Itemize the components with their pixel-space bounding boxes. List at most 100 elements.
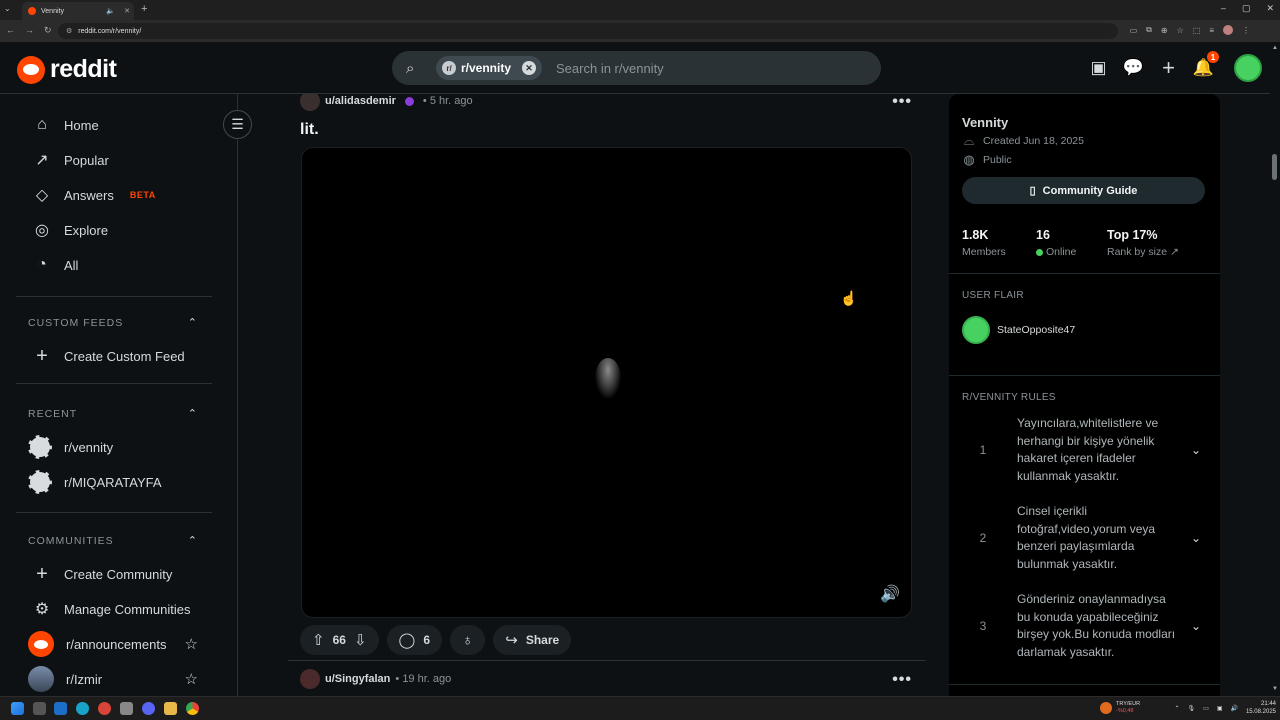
stat-rank[interactable]: Top 17% Rank by size ↗ — [1107, 228, 1179, 258]
task-view-icon[interactable] — [33, 702, 46, 715]
windows-start-icon[interactable] — [11, 702, 24, 715]
currency-widget[interactable]: TRY/EUR -%0,48 — [1100, 701, 1140, 715]
scroll-up-icon[interactable]: ▲ — [1272, 45, 1278, 51]
sidebar-collapse-button[interactable]: ☰ — [223, 110, 252, 139]
create-post-icon[interactable]: + — [1158, 54, 1179, 82]
favorite-star-icon[interactable]: ☆ — [185, 635, 198, 653]
user-flair[interactable]: StateOpposite47 — [962, 316, 1075, 344]
search-input[interactable] — [556, 60, 857, 76]
browser-menu-icon[interactable]: ⋮ — [1242, 26, 1250, 35]
app-icon[interactable] — [98, 702, 111, 715]
post-author[interactable]: u/Singyfalan — [325, 673, 390, 685]
award-button[interactable]: ♁ — [450, 625, 486, 655]
sidebar-item-label: Popular — [64, 152, 109, 168]
site-info-icon[interactable]: ⚙ — [66, 27, 72, 35]
system-clock[interactable]: 21:44 15.08.2025 — [1246, 700, 1276, 716]
forward-icon[interactable]: → — [25, 25, 34, 36]
media-icon[interactable]: ≡ — [1209, 26, 1214, 35]
volume-icon[interactable]: 🔊 — [879, 583, 901, 605]
maximize-icon[interactable]: ▢ — [1242, 3, 1251, 14]
comments-button[interactable]: ◯ 6 — [386, 625, 442, 655]
sidebar-item-all[interactable]: ◔ All — [16, 248, 212, 282]
create-community-button[interactable]: + Create Community — [16, 557, 212, 591]
video-player[interactable]: 🔊 — [301, 147, 912, 618]
video-content — [595, 358, 621, 398]
sidebar-item-recent-vennity[interactable]: r/vennity — [16, 430, 212, 464]
new-tab-button[interactable]: + — [141, 3, 147, 15]
tray-overflow-icon[interactable]: ⌃ — [1174, 705, 1179, 712]
post-more-options-icon[interactable]: ••• — [892, 94, 912, 111]
sidebar-item-announcements[interactable]: r/announcements ☆ — [16, 627, 212, 661]
share-button[interactable]: ↪ Share — [493, 625, 572, 655]
bookmark-star-icon[interactable]: ☆ — [1177, 26, 1184, 35]
page-scrollbar[interactable] — [1270, 42, 1280, 696]
rule-item[interactable]: 2 Cinsel içerikli fotoğraf,video,yorum v… — [949, 503, 1220, 573]
manage-communities-button[interactable]: ⚙ Manage Communities — [16, 592, 212, 626]
rule-item[interactable]: 3 Gönderiniz onaylanmadıysa bu konuda ya… — [949, 591, 1220, 661]
close-window-icon[interactable]: ✕ — [1266, 3, 1274, 14]
chevron-down-icon[interactable]: ⌄ — [1191, 531, 1201, 545]
author-avatar[interactable] — [300, 94, 320, 111]
sidebar-item-izmir[interactable]: r/Izmir ☆ — [16, 662, 212, 696]
outlook-icon[interactable] — [54, 702, 67, 715]
system-tray: ⌃ 🎙 ▭ ▣ 🔊 21:44 15.08.2025 — [1174, 700, 1276, 716]
edge-icon[interactable] — [76, 702, 89, 715]
translate-icon[interactable]: ⧉ — [1146, 25, 1152, 35]
install-icon[interactable]: ▭ — [1130, 26, 1138, 35]
notifications-icon[interactable]: 🔔 1 — [1193, 51, 1219, 82]
chat-icon[interactable]: 💬 — [1123, 54, 1144, 82]
user-avatar[interactable] — [1234, 54, 1262, 82]
sidebar-divider — [949, 684, 1220, 685]
sidebar-item-home[interactable]: ⌂ Home — [16, 108, 212, 142]
file-explorer-icon[interactable] — [164, 702, 177, 715]
tab-close-icon[interactable]: ✕ — [124, 7, 130, 15]
chevron-down-icon[interactable]: ⌄ — [1191, 619, 1201, 633]
search-community-chip[interactable]: r/ r/vennity ✕ — [436, 56, 543, 80]
scrollbar-thumb[interactable] — [1272, 154, 1277, 180]
chip-remove-icon[interactable]: ✕ — [522, 61, 537, 75]
post-author[interactable]: u/alidasdemir — [325, 95, 396, 107]
browser-tab[interactable]: Vennity 🔈 ✕ — [22, 2, 134, 20]
zoom-icon[interactable]: ⊕ — [1161, 26, 1168, 35]
keyboard-app-icon[interactable] — [120, 702, 133, 715]
reddit-logo[interactable]: reddit — [17, 55, 117, 84]
stat-members: 1.8K Members — [962, 228, 1006, 258]
sidebar-item-explore[interactable]: ◎ Explore — [16, 213, 212, 247]
minimize-icon[interactable]: – — [1221, 3, 1226, 14]
subreddit-avatar — [28, 470, 52, 494]
sidebar-item-popular[interactable]: ↗ Popular — [16, 143, 212, 177]
tab-search-icon[interactable]: ⌄ — [4, 4, 11, 13]
tab-audio-icon[interactable]: 🔈 — [106, 7, 115, 15]
speaker-icon[interactable]: 🔊 — [1230, 705, 1237, 712]
recent-header[interactable]: RECENT ⌃ — [28, 407, 198, 421]
upvote-icon[interactable]: ⇧ — [312, 631, 325, 649]
sidebar-item-answers[interactable]: ◇ Answers BETA — [16, 178, 212, 212]
communities-header[interactable]: COMMUNITIES ⌃ — [28, 534, 198, 548]
chrome-icon[interactable] — [186, 702, 199, 715]
sidebar-item-recent-miqaratayfa[interactable]: r/MIQARATAYFA — [16, 465, 212, 499]
extensions-icon[interactable]: ⬚ — [1193, 26, 1201, 35]
author-avatar[interactable] — [300, 669, 320, 689]
search-bar[interactable]: ⌕ r/ r/vennity ✕ — [392, 51, 881, 85]
browser-profile-icon[interactable] — [1223, 25, 1233, 35]
advertise-icon[interactable]: ▣ — [1088, 54, 1109, 82]
downvote-icon[interactable]: ⇩ — [354, 631, 367, 649]
microphone-icon[interactable]: 🎙 — [1188, 705, 1196, 712]
url-field[interactable]: ⚙ reddit.com/r/vennity/ — [58, 23, 1118, 39]
chevron-down-icon[interactable]: ⌄ — [1191, 443, 1201, 457]
favorite-star-icon[interactable]: ☆ — [185, 670, 198, 688]
post-title[interactable]: lit. — [300, 121, 319, 139]
discord-icon[interactable] — [142, 702, 155, 715]
reload-icon[interactable]: ↻ — [44, 25, 52, 36]
network-icon[interactable]: ▭ — [1203, 705, 1209, 712]
scroll-down-icon[interactable]: ▼ — [1272, 686, 1278, 692]
custom-feeds-header[interactable]: CUSTOM FEEDS ⌃ — [28, 316, 198, 330]
community-guide-button[interactable]: ▯ Community Guide — [962, 177, 1205, 204]
post-more-options-icon[interactable]: ••• — [892, 671, 912, 689]
flair-icon — [404, 96, 414, 106]
display-icon[interactable]: ▣ — [1217, 705, 1223, 712]
back-icon[interactable]: ← — [6, 25, 15, 36]
sidebar-divider — [16, 512, 212, 513]
create-custom-feed-button[interactable]: + Create Custom Feed — [16, 339, 212, 373]
rule-item[interactable]: 1 Yayıncılara,whitelistlere ve herhangi … — [949, 415, 1220, 485]
